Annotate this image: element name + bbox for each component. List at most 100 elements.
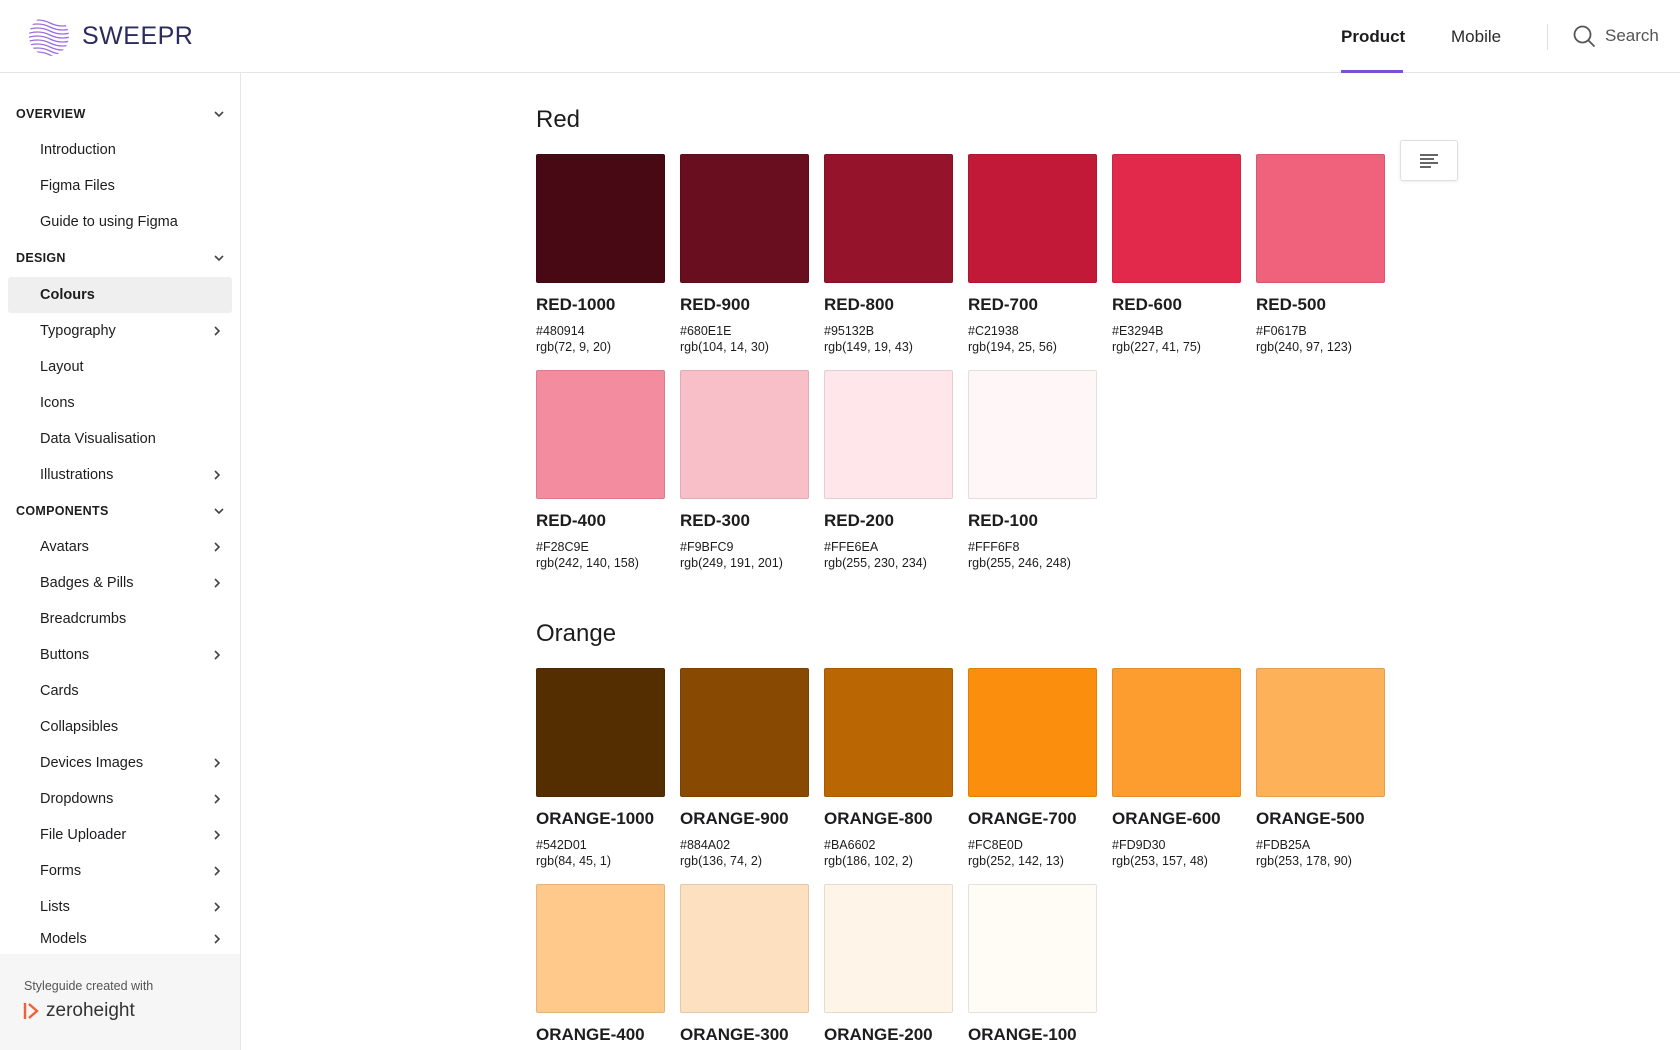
chevron-right-icon bbox=[214, 470, 221, 480]
sidebar-item-label: Badges & Pills bbox=[40, 575, 134, 591]
chevron-right-icon bbox=[214, 794, 221, 804]
color-swatch[interactable]: ORANGE-400 bbox=[536, 884, 665, 1045]
sidebar-item-label: Data Visualisation bbox=[40, 431, 156, 447]
sidebar-item-label: Breadcrumbs bbox=[40, 611, 127, 627]
swatch-name: RED-900 bbox=[680, 295, 750, 314]
sidebar-item-badges-pills[interactable]: Badges & Pills bbox=[8, 565, 232, 601]
search-button[interactable]: Search bbox=[1572, 24, 1659, 48]
swatch-name: ORANGE-100 bbox=[968, 1025, 1077, 1044]
color-swatch[interactable]: RED-200 #FFE6EA rgb(255, 230, 234) bbox=[824, 370, 953, 570]
sidebar-item-devices-images[interactable]: Devices Images bbox=[8, 745, 232, 781]
color-swatch[interactable]: ORANGE-500 #FDB25A rgb(253, 178, 90) bbox=[1256, 668, 1385, 868]
chevron-right-icon bbox=[214, 830, 221, 840]
swatch-hex: #BA6602 bbox=[824, 838, 876, 852]
sidebar-item-label: Avatars bbox=[40, 539, 89, 555]
swatch-color-box bbox=[1256, 154, 1385, 283]
chevron-right-icon bbox=[214, 578, 221, 588]
search-icon bbox=[1573, 25, 1595, 47]
swatch-name: RED-200 bbox=[824, 511, 894, 530]
swatch-rgb: rgb(249, 191, 201) bbox=[680, 556, 783, 570]
sidebar-item-dropdowns[interactable]: Dropdowns bbox=[8, 781, 232, 817]
swatch-color-box bbox=[824, 884, 953, 1013]
color-swatch[interactable]: RED-400 #F28C9E rgb(242, 140, 158) bbox=[536, 370, 665, 570]
color-swatch[interactable]: RED-1000 #480914 rgb(72, 9, 20) bbox=[536, 154, 665, 354]
color-swatch[interactable]: RED-700 #C21938 rgb(194, 25, 56) bbox=[968, 154, 1097, 354]
swatch-hex: #F28C9E bbox=[536, 540, 589, 554]
section-label: COMPONENTS bbox=[16, 504, 109, 518]
swatch-color-box bbox=[680, 370, 809, 499]
sidebar-item-label: Models bbox=[40, 931, 87, 947]
sidebar-item-data-visualisation[interactable]: Data Visualisation bbox=[8, 421, 232, 457]
color-swatch[interactable]: ORANGE-1000 #542D01 rgb(84, 45, 1) bbox=[536, 668, 665, 868]
color-swatch[interactable]: RED-300 #F9BFC9 rgb(249, 191, 201) bbox=[680, 370, 809, 570]
swatch-hex: #FDB25A bbox=[1256, 838, 1311, 852]
zeroheight-link[interactable]: zeroheight bbox=[22, 1000, 135, 1022]
sidebar-item-icons[interactable]: Icons bbox=[8, 385, 232, 421]
table-of-contents-button[interactable] bbox=[1400, 140, 1458, 181]
sidebar-item-colours[interactable]: Colours bbox=[8, 277, 232, 313]
sidebar-section-design[interactable]: DESIGN bbox=[16, 240, 226, 276]
sidebar-item-label: Guide to using Figma bbox=[40, 214, 178, 230]
sidebar-section-overview[interactable]: OVERVIEW bbox=[16, 96, 226, 132]
sidebar-item-label: Dropdowns bbox=[40, 791, 114, 807]
swatch-hex: #E3294B bbox=[1112, 324, 1164, 338]
swatch-rgb: rgb(255, 246, 248) bbox=[968, 556, 1071, 570]
color-swatch[interactable]: ORANGE-900 #884A02 rgb(136, 74, 2) bbox=[680, 668, 809, 868]
sidebar-item-illustrations[interactable]: Illustrations bbox=[8, 457, 232, 493]
color-swatch[interactable]: RED-500 #F0617B rgb(240, 97, 123) bbox=[1256, 154, 1385, 354]
swatch-hex: #680E1E bbox=[680, 324, 732, 338]
sidebar-item-layout[interactable]: Layout bbox=[8, 349, 232, 385]
tab-mobile[interactable]: Mobile bbox=[1451, 0, 1501, 73]
swatch-hex: #FFF6F8 bbox=[968, 540, 1020, 554]
chevron-right-icon bbox=[214, 650, 221, 660]
sidebar-item-buttons[interactable]: Buttons bbox=[8, 637, 232, 673]
color-swatch[interactable]: ORANGE-300 bbox=[680, 884, 809, 1045]
sweepr-wave-logo-icon bbox=[29, 19, 69, 56]
sidebar-item-typography[interactable]: Typography bbox=[8, 313, 232, 349]
sidebar-item-models[interactable]: Models bbox=[8, 925, 232, 953]
list-lines-icon bbox=[1420, 153, 1438, 168]
sidebar-item-label: Typography bbox=[40, 323, 116, 339]
sidebar-item-guide-to-using-figma[interactable]: Guide to using Figma bbox=[8, 204, 232, 240]
color-swatch[interactable]: RED-100 #FFF6F8 rgb(255, 246, 248) bbox=[968, 370, 1097, 570]
sidebar-item-forms[interactable]: Forms bbox=[8, 853, 232, 889]
swatch-hex: #480914 bbox=[536, 324, 585, 338]
top-header: SWEEPR Product Mobile Search bbox=[0, 0, 1680, 73]
tab-product[interactable]: Product bbox=[1341, 0, 1405, 73]
sidebar-item-avatars[interactable]: Avatars bbox=[8, 529, 232, 565]
brand-logo[interactable]: SWEEPR bbox=[28, 15, 193, 57]
swatch-color-box bbox=[1112, 154, 1241, 283]
color-swatch[interactable]: ORANGE-600 #FD9D30 rgb(253, 157, 48) bbox=[1112, 668, 1241, 868]
sidebar-item-label: Buttons bbox=[40, 647, 90, 663]
swatch-color-box bbox=[968, 668, 1097, 797]
swatch-name: ORANGE-900 bbox=[680, 809, 789, 828]
color-swatch[interactable]: ORANGE-100 bbox=[968, 884, 1097, 1045]
sidebar-item-breadcrumbs[interactable]: Breadcrumbs bbox=[8, 601, 232, 637]
swatch-rgb: rgb(255, 230, 234) bbox=[824, 556, 927, 570]
swatch-rgb: rgb(186, 102, 2) bbox=[824, 854, 913, 868]
sidebar-item-label: Figma Files bbox=[40, 178, 115, 194]
sidebar: OVERVIEW Introduction Figma Files Guide … bbox=[0, 73, 241, 1050]
color-swatch[interactable]: ORANGE-200 bbox=[824, 884, 953, 1045]
color-swatch[interactable]: ORANGE-800 #BA6602 rgb(186, 102, 2) bbox=[824, 668, 953, 868]
swatch-name: RED-100 bbox=[968, 511, 1038, 530]
sidebar-item-file-uploader[interactable]: File Uploader bbox=[8, 817, 232, 853]
sidebar-item-collapsibles[interactable]: Collapsibles bbox=[8, 709, 232, 745]
color-swatch[interactable]: ORANGE-700 #FC8E0D rgb(252, 142, 13) bbox=[968, 668, 1097, 868]
swatch-rgb: rgb(136, 74, 2) bbox=[680, 854, 762, 868]
chevron-right-icon bbox=[214, 902, 221, 912]
swatch-name: ORANGE-700 bbox=[968, 809, 1077, 828]
sidebar-item-introduction[interactable]: Introduction bbox=[8, 132, 232, 168]
swatch-rgb: rgb(253, 157, 48) bbox=[1112, 854, 1208, 868]
sidebar-section-components[interactable]: COMPONENTS bbox=[16, 493, 226, 529]
brand-name: SWEEPR bbox=[82, 21, 194, 50]
sidebar-item-lists[interactable]: Lists bbox=[8, 889, 232, 925]
color-swatch[interactable]: RED-900 #680E1E rgb(104, 14, 30) bbox=[680, 154, 809, 354]
sidebar-item-cards[interactable]: Cards bbox=[8, 673, 232, 709]
chevron-right-icon bbox=[214, 934, 221, 944]
color-swatch[interactable]: RED-800 #95132B rgb(149, 19, 43) bbox=[824, 154, 953, 354]
color-swatch[interactable]: RED-600 #E3294B rgb(227, 41, 75) bbox=[1112, 154, 1241, 354]
sidebar-item-label: Icons bbox=[40, 395, 75, 411]
sidebar-item-figma-files[interactable]: Figma Files bbox=[8, 168, 232, 204]
swatch-rgb: rgb(84, 45, 1) bbox=[536, 854, 612, 868]
